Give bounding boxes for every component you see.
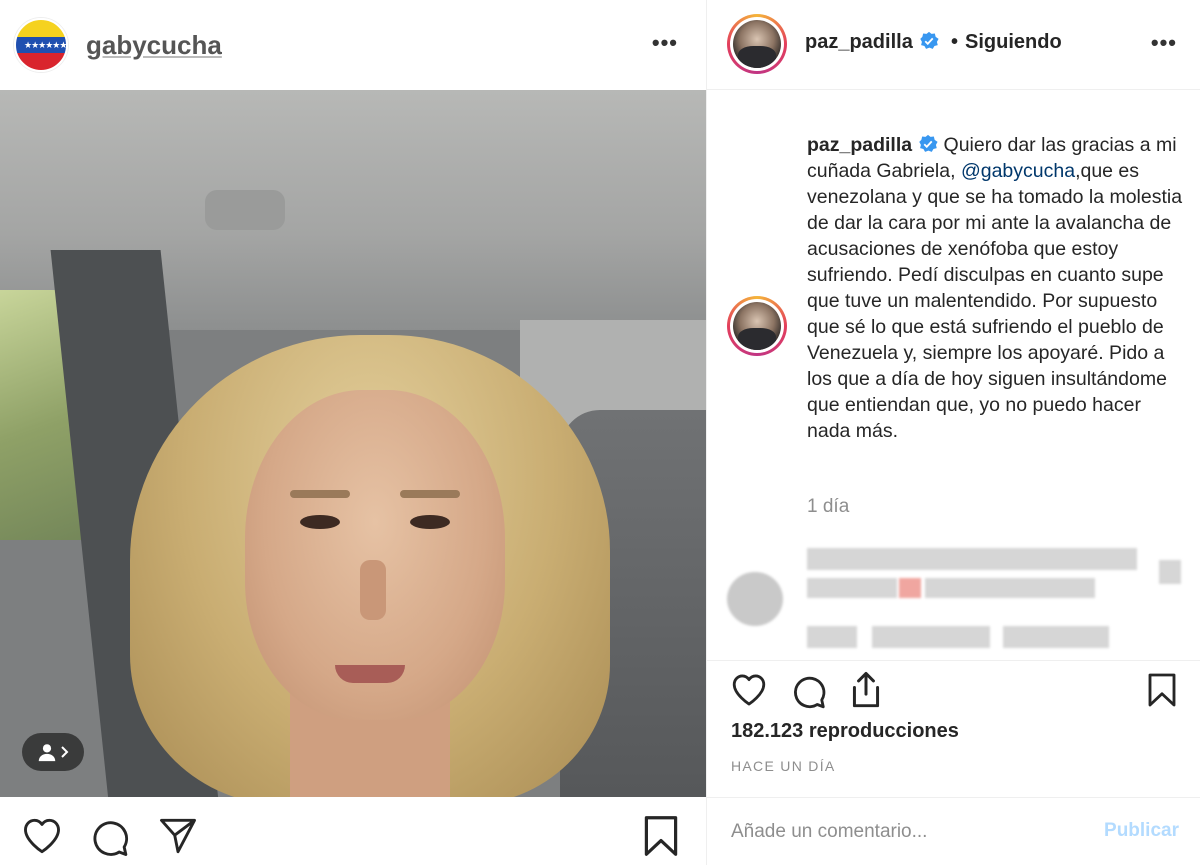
caption-avatar[interactable]: [727, 296, 787, 356]
blurred-line: [807, 578, 897, 598]
caption-time: 1 día: [807, 496, 850, 517]
header-separator: •: [951, 31, 959, 53]
bookmark-icon[interactable]: [1147, 671, 1177, 709]
blurred-meta: [872, 626, 990, 648]
heart-icon[interactable]: [22, 817, 62, 855]
woman-brow-right: [400, 490, 460, 498]
post-timestamp[interactable]: HACE UN DÍA: [731, 758, 836, 774]
woman-mouth: [335, 665, 405, 683]
left-post-actions: [0, 797, 706, 865]
bookmark-icon[interactable]: [642, 815, 680, 857]
left-post-username[interactable]: gabycucha: [86, 30, 222, 61]
left-post: ★★★★★★ gabycucha •••: [0, 0, 706, 865]
share-icon[interactable]: [849, 671, 883, 709]
comment-bar: Publicar: [707, 797, 1200, 865]
woman-eye-right: [410, 515, 450, 529]
paz-padilla-avatar[interactable]: [727, 14, 787, 74]
more-horizontal-icon[interactable]: •••: [652, 30, 678, 56]
heart-icon[interactable]: [731, 673, 767, 707]
woman-brow-left: [290, 490, 350, 498]
caption-text-end: ,que es venezolana y que se ha tomado la…: [807, 160, 1183, 442]
view-count[interactable]: 182.123 reproducciones: [731, 720, 959, 743]
post-caption: paz_padilla Quiero dar las gracias a mi …: [807, 132, 1187, 444]
send-icon[interactable]: [158, 817, 198, 855]
verified-badge-icon: [919, 134, 938, 152]
post-header: paz_padilla • Siguiendo •••: [707, 0, 1200, 90]
caption-mention-link[interactable]: @gabycucha: [961, 160, 1075, 182]
right-post: paz_padilla • Siguiendo ••• paz_padilla …: [706, 0, 1200, 865]
verified-badge-icon: [920, 31, 939, 49]
more-horizontal-icon[interactable]: •••: [1151, 30, 1177, 56]
caption-username[interactable]: paz_padilla: [807, 134, 912, 156]
publish-button[interactable]: Publicar: [1104, 820, 1179, 842]
woman-nose: [360, 560, 386, 620]
post-video[interactable]: [0, 90, 706, 797]
blurred-line: [925, 578, 1095, 598]
blurred-emoji: [899, 578, 921, 598]
post-actions: [707, 660, 1200, 720]
blurred-meta: [1003, 626, 1109, 648]
comment-input[interactable]: [731, 818, 1071, 846]
woman-eye-left: [300, 515, 340, 529]
header-username[interactable]: paz_padilla: [805, 31, 939, 54]
comment-icon[interactable]: [90, 817, 130, 857]
blurred-avatar: [727, 572, 783, 626]
tagged-user-icon[interactable]: [22, 733, 84, 771]
blurred-line: [807, 548, 1137, 570]
gabycucha-avatar[interactable]: ★★★★★★: [14, 18, 68, 72]
left-post-header: ★★★★★★ gabycucha •••: [0, 0, 706, 90]
comment-icon[interactable]: [791, 673, 827, 709]
car-grab-handle: [205, 190, 285, 230]
blurred-like-icon: [1159, 560, 1181, 584]
following-button[interactable]: Siguiendo: [965, 31, 1062, 54]
flag-stars-icon: ★★★★★★: [24, 40, 67, 50]
blurred-meta: [807, 626, 857, 648]
